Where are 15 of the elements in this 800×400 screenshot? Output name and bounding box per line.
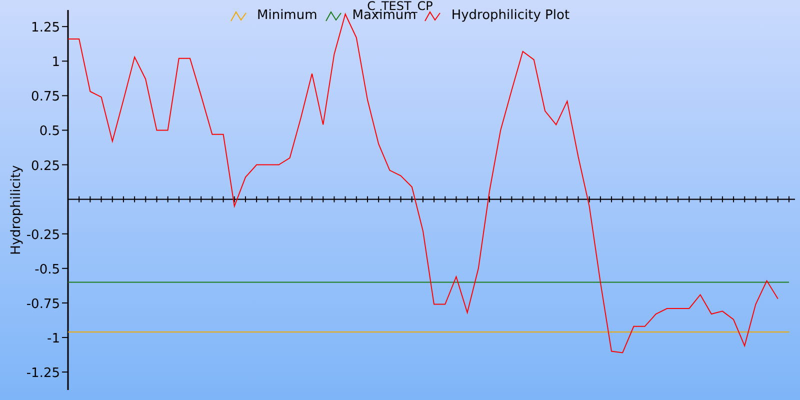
legend-label: Minimum [257,8,318,23]
legend-line-icon [230,10,247,22]
axis-tick-label: 0.25 [31,158,60,174]
axis-tick-label: -0.75 [26,296,60,312]
axis-tick-label: 1 [52,55,60,70]
axis-tick-label: -0.25 [26,228,60,243]
axis-tick-label: -1 [47,332,60,346]
axis-tick-label: 1.25 [31,20,60,36]
axis-tick-label: 0.5 [39,124,60,140]
axis-tick-label: -1.25 [26,366,60,382]
legend-label: Hydrophilicity Plot [451,8,570,23]
legend-line-icon [325,10,342,22]
axis-tick-label: -0.5 [34,262,60,278]
y-axis-title: Hydrophilicity [9,165,24,255]
axis-tick-label: 0.75 [31,90,60,105]
